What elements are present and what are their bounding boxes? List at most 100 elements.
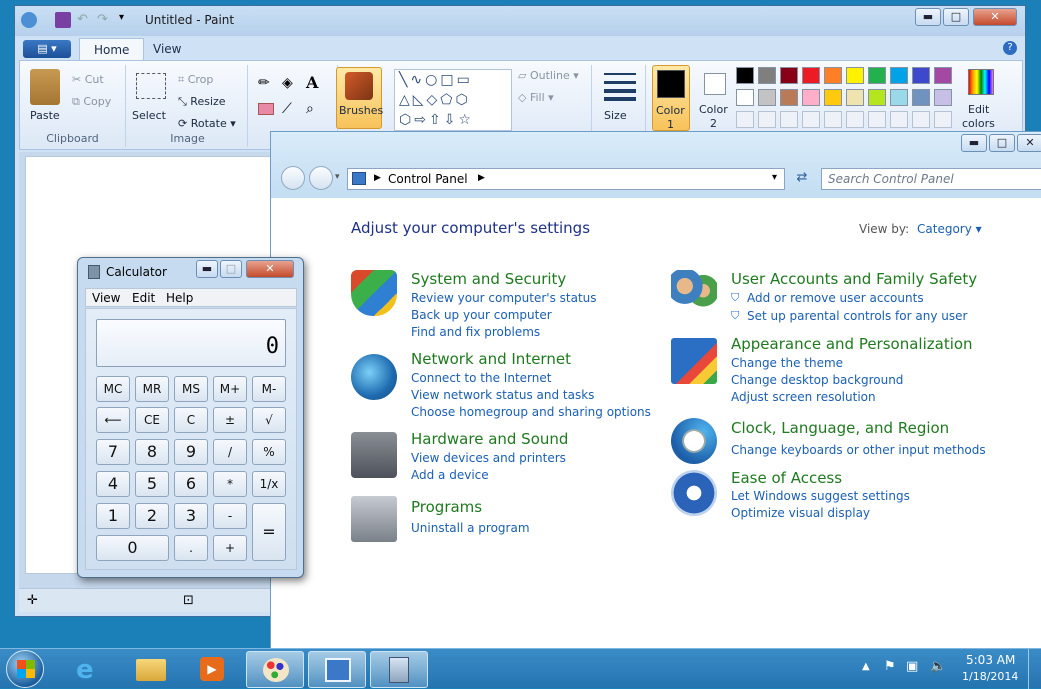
cut-button[interactable]: ✂ Cut (72, 73, 104, 86)
search-input[interactable]: Search Control Panel (821, 168, 1041, 190)
digit-key[interactable]: 7 (96, 439, 130, 465)
hardware-sound-icon[interactable] (351, 432, 397, 478)
appearance-icon[interactable] (671, 338, 717, 384)
close-button[interactable]: ✕ (973, 8, 1017, 26)
show-hidden-icons-icon[interactable]: ▲ (862, 661, 870, 672)
link-find-fix[interactable]: Find and fix problems (411, 324, 540, 341)
taskbar-explorer[interactable] (122, 651, 180, 688)
category-system-security[interactable]: System and Security (411, 270, 566, 288)
network-icon[interactable]: ▣ (906, 659, 918, 674)
digit-key[interactable]: - (213, 503, 247, 529)
function-key[interactable]: √ (252, 407, 286, 433)
zero-key[interactable]: 0 (96, 535, 169, 561)
recent-pages-icon[interactable]: ▾ (335, 172, 340, 182)
memory-key[interactable]: MC (96, 376, 130, 402)
function-key[interactable]: CE (135, 407, 169, 433)
palette-empty-swatch[interactable] (846, 111, 864, 128)
link-network-status[interactable]: View network status and tasks (411, 387, 594, 404)
digit-key[interactable]: 2 (135, 503, 169, 529)
palette-swatch[interactable] (802, 67, 820, 84)
minimize-button[interactable]: ▬ (915, 8, 941, 26)
paste-button[interactable]: Paste (30, 109, 60, 122)
palette-swatch[interactable] (846, 67, 864, 84)
undo-icon[interactable]: ↶ (77, 12, 93, 28)
eraser-icon[interactable] (258, 103, 274, 115)
function-key[interactable]: ± (213, 407, 247, 433)
digit-key[interactable]: * (213, 471, 247, 497)
category-user-accounts[interactable]: User Accounts and Family Safety (731, 270, 977, 288)
palette-swatch[interactable] (846, 89, 864, 106)
palette-swatch[interactable] (736, 89, 754, 106)
palette-swatch[interactable] (890, 67, 908, 84)
programs-icon[interactable] (351, 496, 397, 542)
maximize-button[interactable]: □ (943, 8, 969, 26)
redo-icon[interactable]: ↷ (97, 12, 113, 28)
link-desktop-background[interactable]: Change desktop background (731, 372, 903, 389)
palette-swatch[interactable] (868, 67, 886, 84)
color-picker-icon[interactable]: ⟋ (282, 101, 292, 117)
palette-swatch[interactable] (824, 67, 842, 84)
digit-key[interactable]: 1/x (252, 471, 286, 497)
palette-swatch[interactable] (802, 89, 820, 106)
menu-view[interactable]: View (92, 291, 120, 305)
palette-swatch[interactable] (758, 89, 776, 106)
palette-empty-swatch[interactable] (934, 111, 952, 128)
text-tool-icon[interactable]: A (306, 73, 318, 92)
menu-edit[interactable]: Edit (132, 291, 155, 305)
link-optimize-display[interactable]: Optimize visual display (731, 505, 870, 522)
digit-key[interactable]: 4 (96, 471, 130, 497)
taskbar-media-player[interactable]: ▶ (184, 651, 242, 688)
cp-minimize-button[interactable]: ▬ (961, 134, 987, 152)
category-ease-of-access[interactable]: Ease of Access (731, 469, 842, 487)
plus-key[interactable]: + (213, 535, 247, 561)
link-change-theme[interactable]: Change the theme (731, 355, 843, 372)
digit-key[interactable]: % (252, 439, 286, 465)
calc-minimize-button[interactable]: ▬ (196, 260, 218, 278)
decimal-key[interactable]: . (174, 535, 208, 561)
link-connect-internet[interactable]: Connect to the Internet (411, 370, 551, 387)
palette-swatch[interactable] (780, 67, 798, 84)
color1-button[interactable]: Color 1 (652, 65, 690, 131)
taskbar-control-panel[interactable] (308, 651, 366, 688)
select-icon[interactable] (136, 73, 166, 99)
back-button[interactable] (281, 166, 305, 190)
fill-bucket-icon[interactable]: ◈ (282, 75, 293, 91)
palette-empty-swatch[interactable] (824, 111, 842, 128)
pencil-icon[interactable]: ✏ (258, 75, 270, 91)
cp-close-button[interactable]: ✕ (1017, 134, 1041, 152)
equals-key[interactable]: = (252, 503, 286, 561)
memory-key[interactable]: MS (174, 376, 208, 402)
color2-button[interactable]: Color 2 (696, 65, 734, 131)
size-icon[interactable] (604, 73, 636, 101)
digit-key[interactable]: 8 (135, 439, 169, 465)
link-add-device[interactable]: Add a device (411, 467, 489, 484)
help-icon[interactable]: ? (1003, 41, 1017, 55)
select-button[interactable]: Select (132, 109, 166, 122)
link-back-up[interactable]: Back up your computer (411, 307, 552, 324)
palette-empty-swatch[interactable] (802, 111, 820, 128)
function-key[interactable]: ⟵ (96, 407, 130, 433)
volume-icon[interactable]: 🔈 (930, 659, 946, 674)
palette-swatch[interactable] (868, 89, 886, 106)
paste-icon[interactable] (30, 69, 60, 105)
brushes-button[interactable]: Brushes (336, 67, 383, 129)
digit-key[interactable]: 5 (135, 471, 169, 497)
link-suggest-settings[interactable]: Let Windows suggest settings (731, 488, 910, 505)
system-security-icon[interactable] (351, 270, 397, 316)
palette-swatch[interactable] (912, 89, 930, 106)
taskbar-paint[interactable] (246, 651, 304, 688)
action-center-flag-icon[interactable]: ⚑ (884, 659, 896, 674)
breadcrumb-control-panel[interactable]: Control Panel (388, 172, 468, 186)
function-key[interactable]: C (174, 407, 208, 433)
palette-empty-swatch[interactable] (780, 111, 798, 128)
palette-swatch[interactable] (780, 89, 798, 106)
palette-empty-swatch[interactable] (758, 111, 776, 128)
digit-key[interactable]: 3 (174, 503, 208, 529)
palette-swatch[interactable] (934, 89, 952, 106)
link-screen-resolution[interactable]: Adjust screen resolution (731, 389, 876, 406)
category-programs[interactable]: Programs (411, 498, 482, 516)
link-parental-controls[interactable]: Set up parental controls for any user (747, 308, 967, 325)
clock-region-icon[interactable] (671, 418, 717, 464)
palette-swatch[interactable] (890, 89, 908, 106)
ease-of-access-icon[interactable] (671, 470, 717, 516)
